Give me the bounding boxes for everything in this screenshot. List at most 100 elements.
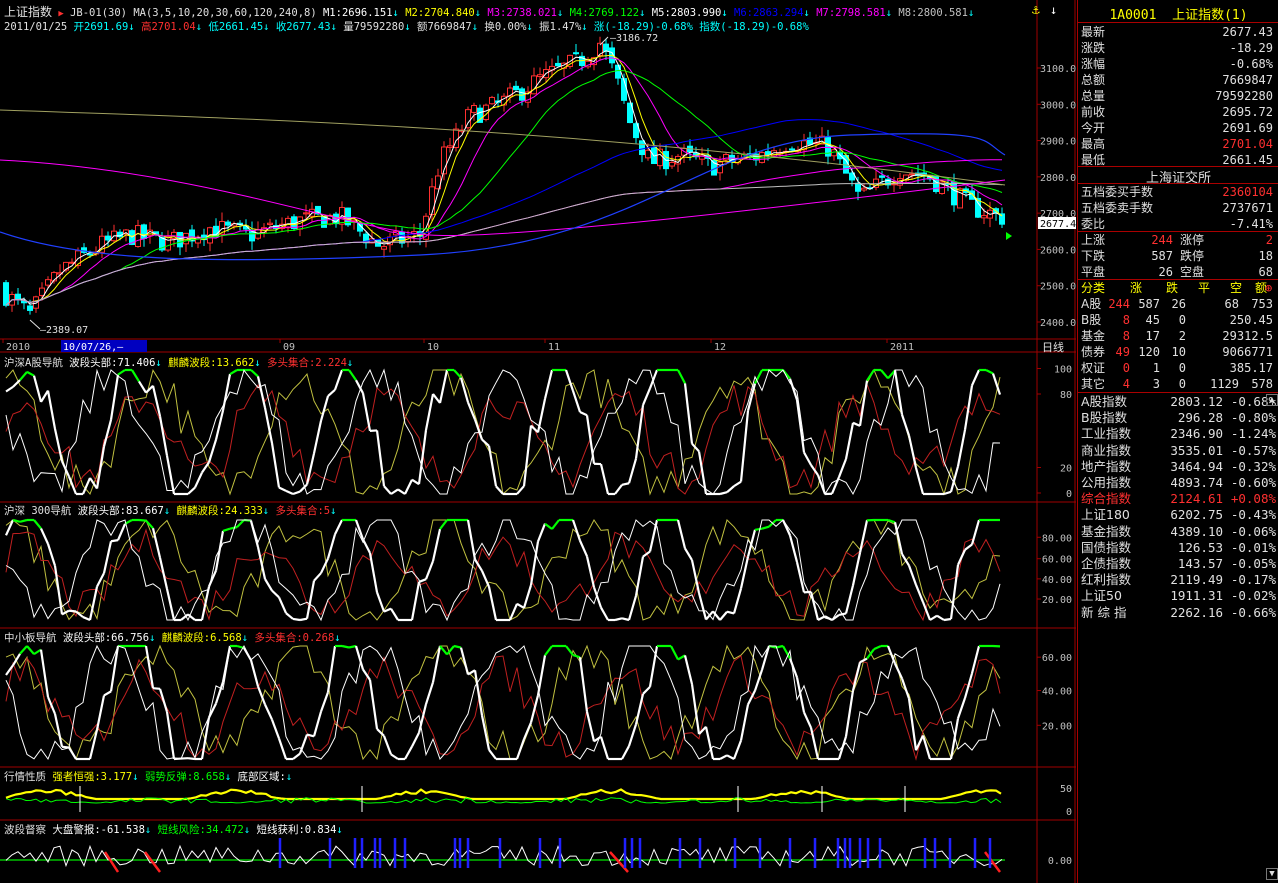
quote-value: 2360104: [1222, 185, 1273, 199]
indicator-line: [152, 687, 161, 690]
indicator-line: [165, 588, 176, 621]
indicator-line: [634, 693, 645, 725]
quote-panel: 1A0001 上证指数(1) 最新 2677.43 涨跌 -18.29 涨幅 -0.68%…: [1077, 0, 1278, 883]
indicator-line: [739, 704, 750, 741]
index-row[interactable]: 上证50 1911.31 -0.02%: [1078, 588, 1278, 604]
pane-title: 行情性质: [4, 771, 46, 783]
indicator-line: [26, 370, 35, 377]
scroll-up-icon[interactable]: ▲: [1266, 394, 1278, 406]
index-row[interactable]: 工业指数 2346.90 -1.24%: [1078, 426, 1278, 442]
indicator-line: [802, 711, 813, 729]
indicator-line: [529, 541, 540, 586]
index-row[interactable]: B股指数 296.28 -0.80%: [1078, 410, 1278, 426]
indicator-line: [698, 726, 707, 735]
anchor-icon: ⚓: [1032, 3, 1040, 18]
indicator-name[interactable]: JB-01(30): [70, 7, 127, 19]
date-label: 12: [714, 342, 726, 353]
class-cell: 385.17: [1229, 361, 1273, 375]
candle-body: [513, 85, 519, 91]
down-arrow-icon: ↓: [330, 505, 337, 517]
quote-row: 今开 2691.69: [1078, 120, 1278, 136]
candle-body: [723, 154, 729, 161]
indicator-line: [844, 585, 855, 614]
indicator-line: [103, 690, 112, 697]
index-row[interactable]: 公用指数 4893.74 -0.60%: [1078, 475, 1278, 491]
index-row[interactable]: 红利指数 2119.49 -0.17%: [1078, 572, 1278, 588]
class-cell: 8: [1122, 329, 1130, 343]
index-name: 公用指数: [1081, 475, 1132, 490]
indicator-line: [138, 518, 147, 522]
pane-items: 波段头部:71.406↓ 麒麟波段:13.662↓ 多头集合:2.224↓: [69, 357, 353, 369]
class-header-cell: 涨: [1130, 281, 1143, 295]
indicator-line: [886, 645, 897, 665]
indicator-line: [229, 369, 238, 376]
ma-values: M1:2696.151↓ M2:2704.840↓ M3:2738.021↓ M…: [323, 7, 974, 19]
breadth-value: 18: [1258, 249, 1273, 263]
index-row[interactable]: 新 综 指 2262.16 -0.66%: [1078, 605, 1278, 621]
down-arrow-icon: ↓: [392, 7, 406, 19]
candle-body: [555, 62, 561, 67]
index-row[interactable]: 上证180 6202.75 -0.43%: [1078, 507, 1278, 523]
index-row[interactable]: 企债指数 143.57 -0.05%: [1078, 556, 1278, 572]
pane-title: 沪深A股导航: [4, 357, 63, 369]
quote-row: 委比 -7.41%: [1078, 216, 1278, 232]
scroll-down-icon[interactable]: ▼: [1266, 868, 1278, 880]
add-circle-icon[interactable]: ⊕: [1265, 280, 1272, 296]
index-row[interactable]: 基金指数 4389.10 -0.06%: [1078, 524, 1278, 540]
value-tick-label: 50: [1060, 784, 1072, 795]
breadth-key: 空盘: [1180, 265, 1205, 279]
index-price: 2119.49: [1170, 572, 1223, 588]
stock-name: 上证指数(1): [1172, 8, 1248, 23]
class-cell: 1: [1152, 361, 1160, 375]
quote-row: 涨幅 -0.68%: [1078, 56, 1278, 72]
class-cell: 4: [1122, 377, 1130, 391]
class-cell: 45: [1145, 313, 1160, 327]
red-flag-icon[interactable]: ▶: [58, 9, 63, 19]
quote-value: 2691.69: [1222, 121, 1273, 135]
candle-body: [573, 52, 579, 55]
chart-canvas[interactable]: 3100.03000.02900.02800.02700.02600.02500…: [0, 0, 1076, 883]
indicator-line: [488, 749, 497, 760]
candle-body: [267, 222, 273, 225]
indicator-line: [936, 614, 945, 621]
indicator-line: [795, 399, 806, 453]
class-name: 债券: [1081, 345, 1106, 359]
moving-average-line: [5, 119, 1003, 306]
indicator-line: [109, 645, 120, 692]
index-row[interactable]: 商业指数 3535.01 -0.57%: [1078, 443, 1278, 459]
date-label: 2010: [6, 342, 30, 353]
candle-body: [789, 148, 795, 151]
indicator-line: [880, 369, 889, 380]
indicator-line: [95, 446, 106, 489]
index-row[interactable]: 国债指数 126.53 -0.01%: [1078, 540, 1278, 556]
index-change: +0.08%: [1230, 491, 1276, 507]
class-header-cell: 分类: [1081, 281, 1106, 295]
candle-body: [471, 105, 477, 113]
alert-mark: [103, 851, 120, 873]
indicator-line: [739, 410, 750, 482]
indicator-line: [61, 745, 70, 749]
indicator-line: [424, 682, 435, 705]
index-name: 企债指数: [1081, 556, 1132, 571]
indicator-line: [138, 380, 147, 394]
indicator-line: [418, 578, 427, 583]
breadth-row: 平盘 26 空盘 68: [1078, 264, 1278, 280]
index-row[interactable]: A股指数 2803.12 -0.68%: [1078, 394, 1278, 410]
chart-area[interactable]: 3100.0 3000.0 2900.0 2800.0 2700.0 2600.0 2500…: [0, 0, 1076, 883]
indicator-line: [40, 390, 49, 403]
indicator-line: [732, 588, 743, 614]
price-tick-label: 2800.0: [1040, 173, 1076, 184]
info-change: 涨(-18.29)-0.68%: [593, 21, 693, 33]
indicator-line: [642, 550, 651, 558]
indicator-line: [368, 552, 379, 593]
indicator-line: [214, 410, 225, 440]
indicator-line: [964, 543, 973, 551]
indicator-line: [760, 645, 771, 671]
pane-item: 大盘警报:-61.538: [52, 824, 145, 836]
down-arrow-icon: ↓: [474, 7, 488, 19]
index-row[interactable]: 地产指数 3464.94 -0.32%: [1078, 459, 1278, 475]
quote-value: 79592280: [1215, 89, 1273, 103]
value-tick-label: 0: [1066, 489, 1072, 500]
price-tick-label: 3100.0: [1040, 64, 1076, 75]
index-row[interactable]: 综合指数 2124.61 +0.08%: [1078, 491, 1278, 507]
